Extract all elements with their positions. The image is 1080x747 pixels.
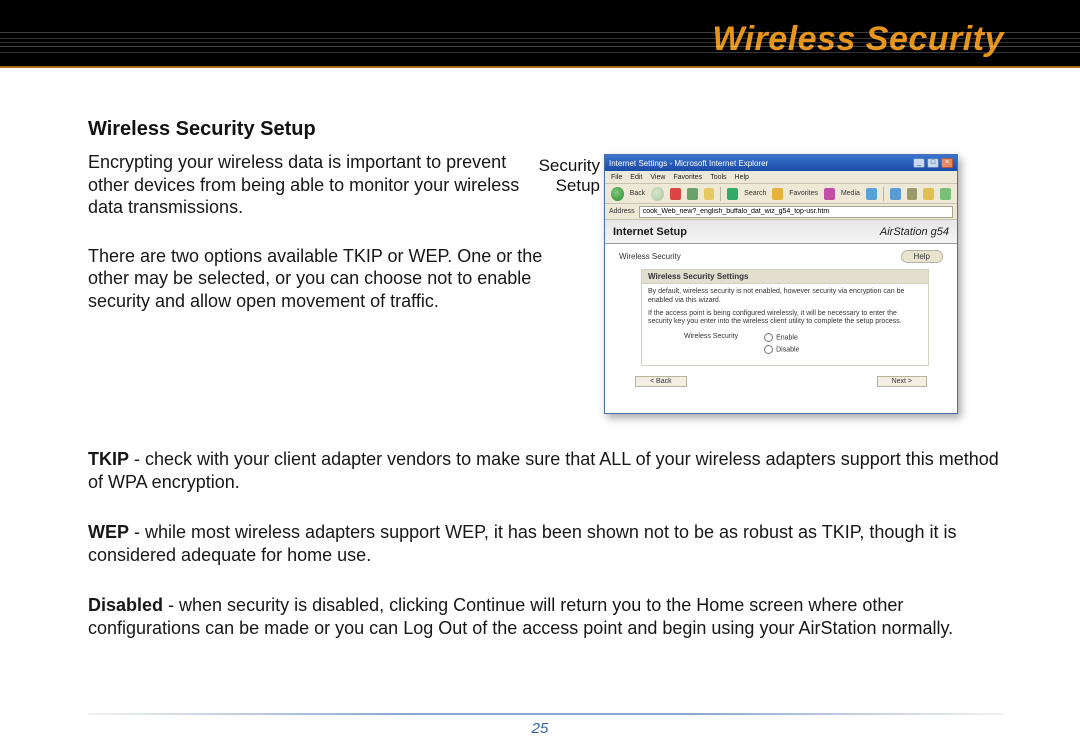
- wizard-next-button: Next >: [877, 376, 927, 387]
- intro-paragraph-1: Encrypting your wireless data is importa…: [88, 151, 548, 219]
- radio-group: Wireless Security Enable Disable: [684, 333, 912, 355]
- settings-text-1: By default, wireless security is not ena…: [648, 288, 922, 306]
- tkip-term: TKIP: [88, 449, 129, 469]
- disabled-text: - when security is disabled, clicking Co…: [88, 595, 953, 638]
- window-close-icon: ×: [941, 158, 953, 168]
- menu-tools: Tools: [710, 174, 726, 181]
- header-underline: [0, 66, 1080, 68]
- home-icon: [704, 188, 715, 200]
- address-label: Address: [609, 208, 635, 215]
- stop-icon: [670, 188, 681, 200]
- window-title: Internet Settings - Microsoft Internet E…: [609, 159, 768, 168]
- screenshot-caption: Security Setup: [520, 156, 600, 195]
- back-icon: [611, 187, 624, 201]
- refresh-icon: [687, 188, 698, 200]
- disabled-paragraph: Disabled - when security is disabled, cl…: [88, 594, 1004, 639]
- embedded-page-header: Internet Setup AirStation g54: [605, 220, 957, 244]
- address-input: [639, 206, 953, 218]
- favorites-icon: [772, 188, 783, 200]
- embedded-page-title: Internet Setup: [613, 226, 687, 238]
- definitions-block: TKIP - check with your client adapter ve…: [88, 448, 1004, 667]
- window-maximize-icon: □: [927, 158, 939, 168]
- print-icon: [907, 188, 918, 200]
- menu-help: Help: [735, 174, 749, 181]
- toolbar-search-label: Search: [744, 190, 766, 197]
- mail-icon: [890, 188, 901, 200]
- back-label: Back: [630, 190, 646, 197]
- radio-disable: Disable: [764, 345, 799, 355]
- intro-paragraph-2: There are two options available TKIP or …: [88, 245, 548, 313]
- page-number: 25: [0, 720, 1080, 737]
- header-band: Wireless Security: [0, 0, 1080, 66]
- media-icon: [824, 188, 835, 200]
- settings-box-body: By default, wireless security is not ena…: [642, 284, 928, 365]
- wep-term: WEP: [88, 522, 129, 542]
- radio-group-label: Wireless Security: [684, 333, 738, 355]
- messenger-icon: [940, 188, 951, 200]
- forward-icon: [651, 187, 664, 201]
- intro-column: Encrypting your wireless data is importa…: [88, 151, 548, 312]
- help-button: Help: [901, 250, 943, 263]
- menu-view: View: [650, 174, 665, 181]
- toolbar-favorites-label: Favorites: [789, 190, 818, 197]
- menu-edit: Edit: [630, 174, 642, 181]
- window-titlebar: Internet Settings - Microsoft Internet E…: [605, 155, 957, 171]
- screenshot-browser-window: Internet Settings - Microsoft Internet E…: [604, 154, 958, 414]
- embedded-page-subheader: Wireless Security Help: [605, 244, 957, 267]
- settings-text-2: If the access point is being configured …: [648, 310, 922, 328]
- settings-box: Wireless Security Settings By default, w…: [641, 269, 929, 366]
- radio-enable: Enable: [764, 333, 799, 343]
- brand-label: AirStation g54: [880, 226, 949, 238]
- wizard-back-button: < Back: [635, 376, 687, 387]
- footer-rule: [88, 713, 1004, 715]
- wizard-nav: < Back Next >: [635, 376, 927, 387]
- screenshot-caption-line1: Security: [539, 156, 600, 175]
- browser-menubar: File Edit View Favorites Tools Help: [605, 171, 957, 184]
- wep-text: - while most wireless adapters support W…: [88, 522, 956, 565]
- history-icon: [866, 188, 877, 200]
- embedded-page: Internet Setup AirStation g54 Wireless S…: [605, 220, 957, 413]
- browser-toolbar: Back Search Favorites Media: [605, 184, 957, 204]
- section-heading: Wireless Security Setup: [88, 118, 1004, 141]
- browser-addressbar: Address: [605, 204, 957, 220]
- page-content: Wireless Security Setup Encrypting your …: [88, 118, 1004, 707]
- tkip-text: - check with your client adapter vendors…: [88, 449, 999, 492]
- menu-favorites: Favorites: [673, 174, 702, 181]
- wep-paragraph: WEP - while most wireless adapters suppo…: [88, 521, 1004, 566]
- tkip-paragraph: TKIP - check with your client adapter ve…: [88, 448, 1004, 493]
- screenshot-caption-line2: Setup: [556, 176, 600, 195]
- page-header-title: Wireless Security: [712, 20, 1004, 59]
- toolbar-media-label: Media: [841, 190, 860, 197]
- edit-icon: [923, 188, 934, 200]
- subheader-title: Wireless Security: [619, 252, 681, 261]
- window-minimize-icon: _: [913, 158, 925, 168]
- menu-file: File: [611, 174, 622, 181]
- disabled-term: Disabled: [88, 595, 163, 615]
- brand-model: g54: [928, 226, 949, 238]
- settings-box-title: Wireless Security Settings: [642, 270, 928, 284]
- brand-name: AirStation: [880, 226, 928, 238]
- search-icon: [727, 188, 738, 200]
